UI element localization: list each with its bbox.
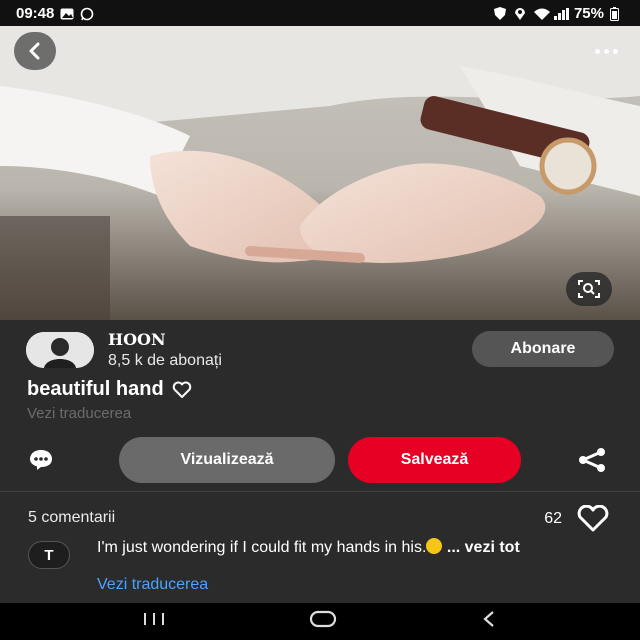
recent-apps-icon [144, 613, 164, 625]
see-translation-link[interactable]: Vezi traducerea [27, 405, 131, 422]
follow-button[interactable]: Abonare [472, 331, 614, 367]
author-name[interactable]: HOON [108, 330, 222, 349]
status-bar: 09:48 75% [0, 0, 640, 26]
home-icon [309, 610, 337, 627]
comments-count[interactable]: 5 comentarii [28, 509, 115, 527]
comment-icon [30, 450, 52, 470]
share-icon [579, 448, 605, 472]
shield-icon [493, 7, 508, 20]
visual-search-button[interactable] [566, 272, 612, 306]
back-button[interactable] [14, 32, 56, 70]
comment-see-translation-link[interactable]: Vezi traducerea [97, 576, 208, 594]
system-nav-bar [0, 603, 640, 640]
whatsapp-notification-icon [80, 7, 94, 21]
visual-search-icon [578, 280, 600, 298]
back-icon [29, 42, 40, 60]
pin-title-row: beautiful hand [27, 378, 192, 401]
author-row[interactable]: HOON 8,5 k de abonați [26, 330, 222, 370]
comment-text-block: I'm just wondering if I could fit my han… [97, 538, 607, 556]
pin-title: beautiful hand [27, 378, 164, 400]
reaction-count: 62 [544, 510, 562, 527]
status-time: 09:48 [16, 4, 55, 22]
system-back-icon [483, 610, 494, 627]
relieved-emoji-icon [426, 538, 443, 554]
heart-icon[interactable] [576, 505, 610, 533]
commenter-avatar[interactable]: T [28, 541, 70, 569]
gallery-notification-icon [60, 7, 74, 20]
more-icon [594, 48, 600, 54]
share-button[interactable] [574, 446, 610, 474]
recent-apps-button[interactable] [141, 610, 167, 633]
location-icon [514, 7, 528, 20]
save-button[interactable]: Salvează [348, 437, 521, 483]
view-button[interactable]: Vizualizează [119, 437, 335, 483]
pin-image[interactable] [0, 26, 640, 320]
heart-outline-icon[interactable] [172, 381, 192, 399]
avatar[interactable] [26, 332, 94, 368]
home-button[interactable] [309, 610, 337, 634]
system-back-button[interactable] [479, 610, 499, 634]
reactions: 62 [544, 505, 610, 533]
battery-percent: 75% [573, 4, 604, 22]
signal-icon [553, 7, 569, 20]
comment-button[interactable] [28, 446, 72, 474]
divider [0, 491, 640, 492]
comment-text: I'm just wondering if I could fit my han… [97, 539, 427, 556]
see-more-link[interactable]: ... vezi tot [447, 539, 520, 556]
more-options-button[interactable] [586, 36, 626, 66]
hands-photo [0, 26, 640, 320]
battery-icon [610, 7, 624, 21]
follower-count: 8,5 k de abonați [108, 352, 222, 369]
wifi-icon [533, 7, 550, 20]
